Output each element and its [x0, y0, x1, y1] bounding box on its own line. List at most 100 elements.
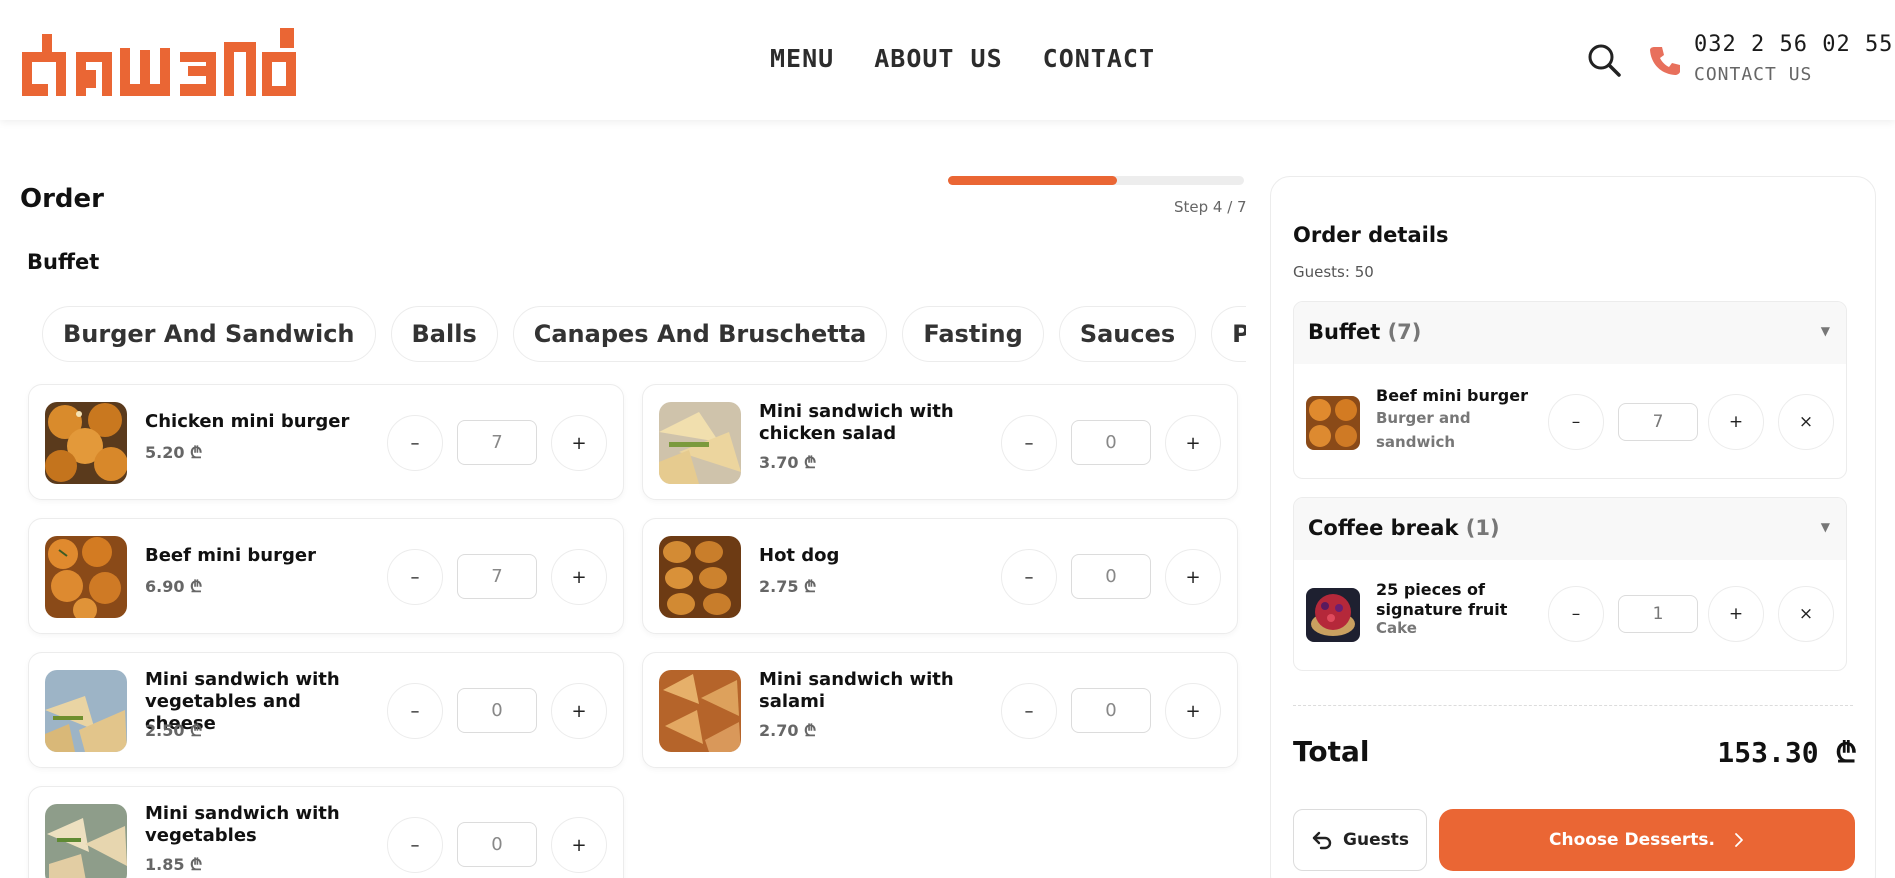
product-grid: Chicken mini burger 5.20 ₾ – + Mini sand… [28, 384, 1238, 878]
product-price: 1.85 ₾ [145, 855, 203, 874]
order-group-buffet: Buffet (7) ▼ Beef mini burger Burger and… [1293, 301, 1847, 479]
choose-desserts-button[interactable]: Choose Desserts. [1439, 809, 1855, 871]
decrease-qty-button[interactable]: – [1001, 549, 1057, 605]
product-name: Hot dog [759, 545, 840, 566]
phone-number[interactable]: 032 2 56 02 55 [1694, 32, 1893, 57]
category-tab-canapes-and-bruschetta[interactable]: Canapes And Bruschetta [512, 306, 888, 362]
qty-input[interactable] [1071, 420, 1151, 465]
caret-down-icon[interactable]: ▼ [1821, 324, 1830, 338]
product-card: Hot dog 2.75 ₾ – + [642, 518, 1238, 634]
category-tab-fasting[interactable]: Fasting [902, 306, 1044, 362]
product-image [659, 402, 741, 484]
product-image [659, 670, 741, 752]
increase-qty-button[interactable]: + [1165, 415, 1221, 471]
product-card: Chicken mini burger 5.20 ₾ – + [28, 384, 624, 500]
decrease-qty-button[interactable]: – [1001, 683, 1057, 739]
group-header[interactable]: Coffee break (1) ▼ [1294, 498, 1846, 560]
product-price: 3.70 ₾ [759, 453, 817, 472]
group-count: (7) [1387, 320, 1422, 344]
product-name: Mini sandwich with salami [759, 669, 954, 712]
order-group-coffee-break: Coffee break (1) ▼ 25 pieces of signatur… [1293, 497, 1847, 671]
step-progress-fill [948, 176, 1118, 185]
order-item: Beef mini burger Burger and sandwich – +… [1294, 364, 1846, 478]
order-item: 25 pieces of signature fruit Cake – + × [1294, 560, 1846, 670]
remove-item-button[interactable]: × [1778, 394, 1834, 450]
contact-us-link[interactable]: CONTACT US [1694, 64, 1812, 85]
category-tab-balls[interactable]: Balls [390, 306, 498, 362]
order-item-name: 25 pieces of signature fruit [1376, 580, 1508, 619]
decrease-qty-button[interactable]: – [1548, 394, 1604, 450]
site-header: MENU ABOUT US CONTACT 032 2 56 02 55 CON… [0, 0, 1895, 120]
caret-down-icon[interactable]: ▼ [1821, 520, 1830, 534]
group-name: Buffet [1308, 320, 1381, 344]
undo-arrow-icon [1312, 831, 1332, 850]
total-label: Total [1293, 735, 1370, 768]
increase-qty-button[interactable]: + [551, 683, 607, 739]
category-tab-sauces[interactable]: Sauces [1058, 306, 1197, 362]
qty-input[interactable] [457, 822, 537, 867]
order-details-title: Order details [1293, 223, 1449, 247]
qty-input[interactable] [1071, 554, 1151, 599]
remove-item-button[interactable]: × [1778, 586, 1834, 642]
group-header[interactable]: Buffet (7) ▼ [1294, 302, 1846, 364]
product-image [45, 536, 127, 618]
product-name: Beef mini burger [145, 545, 316, 566]
increase-qty-button[interactable]: + [551, 817, 607, 873]
product-card: Mini sandwich with chicken salad 3.70 ₾ … [642, 384, 1238, 500]
product-card: Mini sandwich with salami 2.70 ₾ – + [642, 652, 1238, 768]
decrease-qty-button[interactable]: – [387, 415, 443, 471]
increase-qty-button[interactable]: + [1165, 549, 1221, 605]
nav-about-us[interactable]: ABOUT US [874, 44, 1002, 73]
product-card: Beef mini burger 6.90 ₾ – + [28, 518, 624, 634]
section-title: Buffet [27, 250, 100, 274]
group-count: (1) [1465, 516, 1500, 540]
search-icon[interactable] [1586, 42, 1622, 78]
guests-button-label: Guests [1343, 830, 1409, 850]
product-image [45, 402, 127, 484]
product-price: 6.90 ₾ [145, 577, 203, 596]
decrease-qty-button[interactable]: – [1548, 586, 1604, 642]
decrease-qty-button[interactable]: – [387, 683, 443, 739]
product-price: 2.50 ₾ [145, 721, 203, 740]
back-to-guests-button[interactable]: Guests [1293, 809, 1427, 871]
phone-icon[interactable] [1648, 44, 1682, 78]
category-tab-pastry[interactable]: Pastry [1211, 306, 1246, 362]
divider [1293, 705, 1853, 706]
qty-input[interactable] [457, 688, 537, 733]
product-card: Mini sandwich with vegetables 1.85 ₾ – + [28, 786, 624, 878]
qty-input[interactable] [457, 554, 537, 599]
product-price: 2.70 ₾ [759, 721, 817, 740]
product-image [45, 804, 127, 878]
product-name: Mini sandwich with vegetables [145, 803, 340, 846]
increase-qty-button[interactable]: + [551, 549, 607, 605]
product-image [45, 670, 127, 752]
main-nav: MENU ABOUT US CONTACT [770, 44, 1155, 73]
decrease-qty-button[interactable]: – [387, 817, 443, 873]
qty-input[interactable] [1618, 595, 1698, 633]
brand-logo[interactable] [18, 18, 302, 104]
step-progress-bar [948, 176, 1244, 185]
total-value: 153.30 ₾ [1717, 736, 1857, 769]
nav-contact[interactable]: CONTACT [1043, 44, 1155, 73]
order-item-category: Burger and sandwich [1376, 409, 1471, 451]
qty-input[interactable] [1071, 688, 1151, 733]
product-price: 5.20 ₾ [145, 443, 203, 462]
choose-desserts-label: Choose Desserts. [1549, 830, 1715, 850]
increase-qty-button[interactable]: + [551, 415, 607, 471]
nav-menu[interactable]: MENU [770, 44, 834, 73]
increase-qty-button[interactable]: + [1708, 394, 1764, 450]
order-item-name: Beef mini burger [1376, 386, 1528, 405]
group-title: Coffee break (1) [1308, 516, 1500, 540]
increase-qty-button[interactable]: + [1708, 586, 1764, 642]
decrease-qty-button[interactable]: – [387, 549, 443, 605]
order-details-panel: Order details Guests: 50 Buffet (7) ▼ Be… [1270, 176, 1876, 878]
product-price: 2.75 ₾ [759, 577, 817, 596]
group-title: Buffet (7) [1308, 320, 1421, 344]
decrease-qty-button[interactable]: – [1001, 415, 1057, 471]
increase-qty-button[interactable]: + [1165, 683, 1221, 739]
category-tab-burger-and-sandwich[interactable]: Burger And Sandwich [42, 306, 376, 362]
order-item-image [1306, 396, 1360, 450]
qty-input[interactable] [457, 420, 537, 465]
qty-input[interactable] [1618, 403, 1698, 441]
chevron-right-icon [1735, 833, 1743, 847]
